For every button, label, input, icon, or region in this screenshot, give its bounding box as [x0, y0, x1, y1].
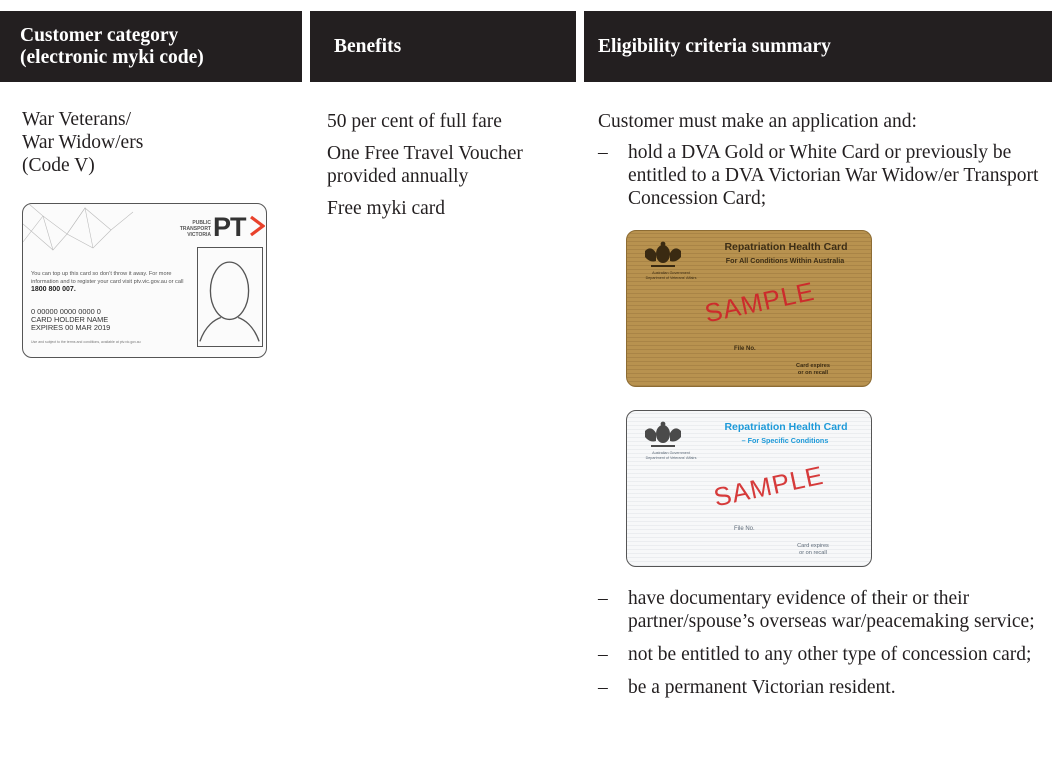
criteria-text: have documentary evidence of their or th…	[628, 588, 1035, 632]
government-department-label: Australian Government Department of Vete…	[645, 271, 697, 280]
column-header-benefits: Benefits	[310, 11, 576, 82]
column-header-customer-category: Customer category (electronic myki code)	[0, 11, 302, 82]
criteria-text: not be entitled to any other type of con…	[628, 644, 1032, 665]
file-number-label: File No.	[734, 346, 756, 352]
file-number-label: File No.	[734, 526, 755, 532]
ptv-brand-text: PUBLIC TRANSPORT VICTORIA	[179, 220, 211, 238]
pt-logo: PT	[213, 212, 247, 242]
benefit-item: 50 per cent of full fare	[327, 111, 502, 132]
card-expiry-label: Card expires or on recall	[797, 543, 829, 556]
eligibility-intro: Customer must make an application and:	[598, 111, 917, 132]
card-fine-print: Use and subject to the terms and conditi…	[31, 340, 141, 344]
sample-stamp: SAMPLE	[711, 459, 827, 513]
dash-bullet: –	[598, 588, 608, 609]
photo-placeholder	[197, 247, 263, 347]
coat-of-arms-icon	[645, 241, 681, 267]
card-subtitle: For All Conditions Within Australia	[725, 256, 845, 265]
criteria-text: hold a DVA Gold or White Card or previou…	[628, 142, 1039, 209]
column-header-eligibility: Eligibility criteria summary	[584, 11, 1052, 82]
government-department-label: Australian Government Department of Vete…	[645, 451, 697, 460]
card-expiry-label: Card expires or on recall	[796, 363, 830, 376]
criteria-item: – be a permanent Victorian resident.	[598, 676, 1048, 699]
card-expiry: EXPIRES 00 MAR 2019	[31, 323, 111, 332]
card-pattern-lines	[23, 204, 134, 251]
column-header-eligibility-label: Eligibility criteria summary	[598, 35, 831, 57]
eligibility-cell: Customer must make an application and: –…	[598, 110, 1048, 220]
criteria-item: – have documentary evidence of their or …	[598, 587, 1048, 633]
dash-bullet: –	[598, 142, 608, 163]
benefit-item: One Free Travel Voucher provided annuall…	[327, 143, 523, 187]
card-instructions: You can top up this card so don’t throw …	[31, 270, 191, 294]
pt-arrow-icon	[250, 215, 265, 237]
card-title: Repatriation Health Card	[724, 241, 848, 253]
card-details: 0 00000 0000 0000 0 CARD HOLDER NAME EXP…	[31, 308, 191, 332]
criteria-item: – not be entitled to any other type of c…	[598, 643, 1048, 666]
customer-category-cell: War Veterans/ War Widow/ers (Code V)	[22, 108, 302, 177]
column-header-customer-category-label: Customer category (electronic myki code)	[20, 24, 204, 68]
criteria-item: – hold a DVA Gold or White Card or previ…	[598, 141, 1048, 210]
eligibility-criteria-list: – have documentary evidence of their or …	[598, 587, 1048, 709]
benefit-item: Free myki card	[327, 198, 446, 219]
criteria-text: be a permanent Victorian resident.	[628, 677, 896, 698]
card-instructions-text: You can top up this card so don’t throw …	[31, 271, 184, 285]
card-title: Repatriation Health Card	[724, 421, 848, 433]
category-line: War Veterans/	[22, 109, 132, 130]
category-line: War Widow/ers	[22, 132, 144, 153]
dash-bullet: –	[598, 644, 608, 665]
dva-gold-card-image: Australian Government Department of Vete…	[626, 230, 872, 387]
dva-white-card-image: Australian Government Department of Vete…	[626, 410, 872, 567]
card-phone-number: 1800 800 007.	[31, 286, 76, 293]
dash-bullet: –	[598, 677, 608, 698]
column-header-benefits-label: Benefits	[334, 35, 402, 57]
category-code: (Code V)	[22, 155, 95, 176]
myki-card-image: PUBLIC TRANSPORT VICTORIA PT You can top…	[22, 203, 267, 358]
sample-stamp: SAMPLE	[702, 275, 818, 329]
card-subtitle: – For Specific Conditions	[741, 436, 829, 445]
coat-of-arms-icon	[645, 421, 681, 447]
portrait-outline-icon	[199, 261, 260, 342]
benefits-cell: 50 per cent of full fare One Free Travel…	[327, 110, 577, 229]
